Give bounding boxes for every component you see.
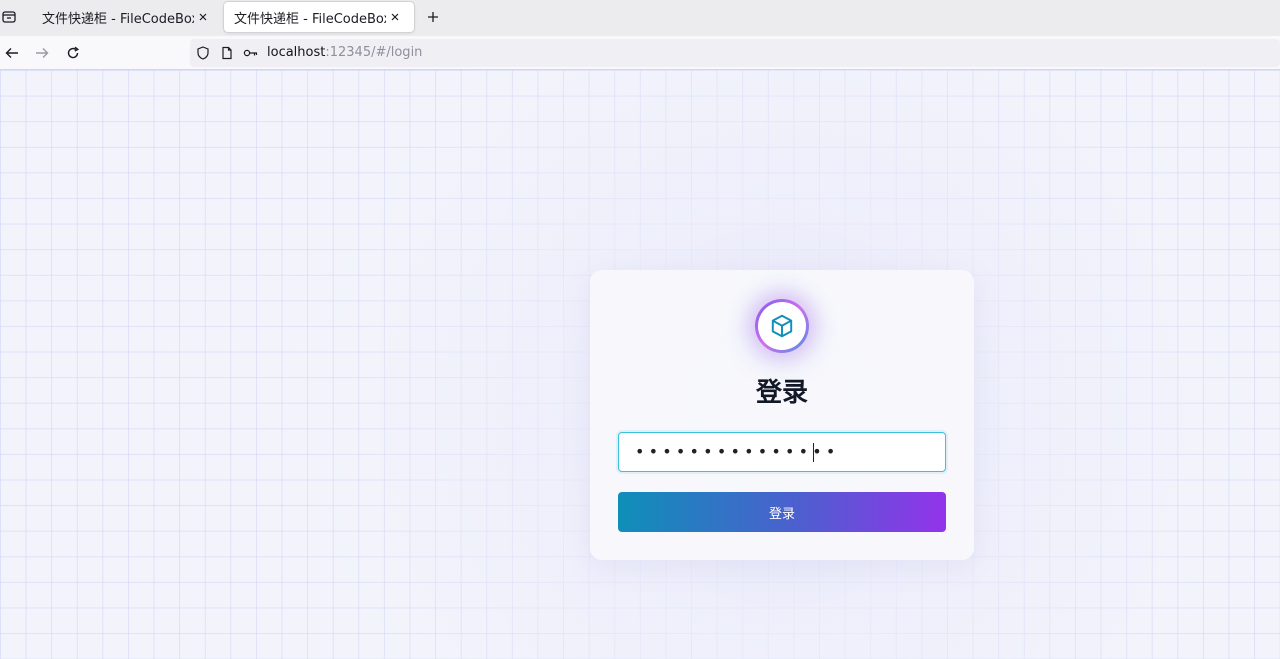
- key-icon[interactable]: [243, 45, 259, 61]
- tab-list-button[interactable]: [0, 4, 18, 30]
- url-path: :12345/#/login: [325, 45, 423, 60]
- page-icon[interactable]: [219, 45, 235, 61]
- reload-button[interactable]: [61, 41, 85, 65]
- back-button[interactable]: [0, 41, 24, 65]
- logo: [755, 299, 809, 353]
- forward-button[interactable]: [30, 41, 54, 65]
- url-bar[interactable]: localhost:12345/#/login: [190, 39, 1280, 67]
- tab-close-button[interactable]: [386, 8, 404, 26]
- url-host: localhost: [267, 45, 326, 60]
- page-background: 登录 ••••••••••••••• 登录: [0, 70, 1280, 659]
- password-mask: •••••••••••••••: [635, 442, 840, 461]
- tab-filecodebox-2[interactable]: 文件快递柜 - FileCodeBox: [224, 2, 414, 32]
- reload-icon: [67, 46, 80, 59]
- tab-filecodebox-1[interactable]: 文件快递柜 - FileCodeBox: [32, 2, 222, 32]
- url-text[interactable]: localhost:12345/#/login: [267, 45, 422, 61]
- page-title: 登录: [755, 378, 808, 408]
- shield-icon[interactable]: [195, 45, 211, 61]
- login-card: 登录 ••••••••••••••• 登录: [590, 270, 974, 560]
- tab-title: 文件快递柜 - FileCodeBox: [42, 11, 194, 27]
- tab-strip: 文件快递柜 - FileCodeBox 文件快递柜 - FileCodeBox: [0, 0, 1280, 36]
- tab-title: 文件快递柜 - FileCodeBox: [234, 11, 386, 27]
- text-caret: [813, 443, 814, 462]
- arrow-left-icon: [5, 48, 18, 58]
- cube-icon: [771, 314, 793, 338]
- tab-close-button[interactable]: [194, 8, 212, 26]
- navigation-bar: localhost:12345/#/login: [0, 36, 1280, 70]
- new-tab-button[interactable]: [422, 6, 444, 28]
- arrow-right-icon: [36, 48, 49, 58]
- tab-list-icon: [2, 11, 16, 23]
- login-button[interactable]: 登录: [618, 492, 946, 532]
- password-input[interactable]: •••••••••••••••: [618, 432, 946, 472]
- close-icon: [391, 13, 399, 21]
- plus-icon: [428, 12, 438, 22]
- close-icon: [199, 13, 207, 21]
